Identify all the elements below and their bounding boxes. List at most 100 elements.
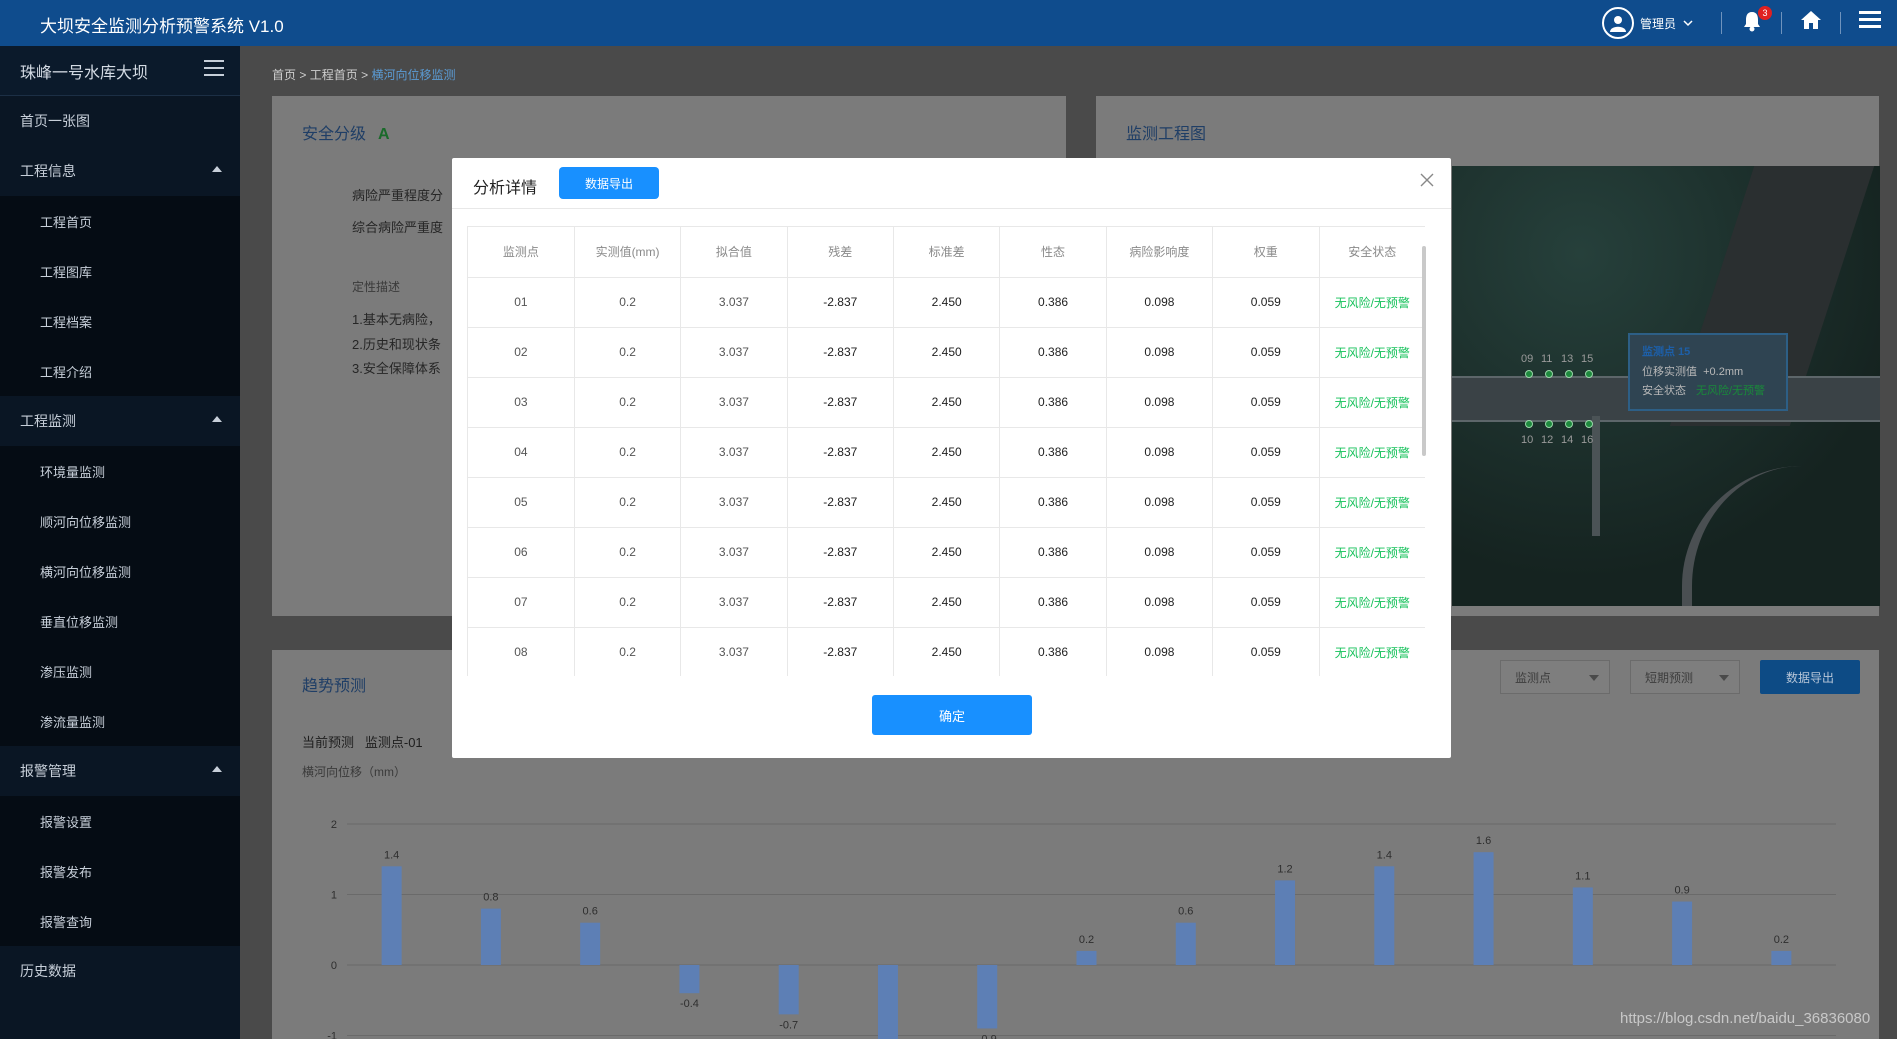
table-cell: -2.837: [787, 327, 895, 378]
chart-bar: [877, 965, 898, 1039]
safety-status-cell: 无风险/无预警: [1319, 577, 1425, 628]
table-header-cell: 实测值(mm): [574, 227, 682, 278]
table-header-cell: 残差: [787, 227, 895, 278]
close-icon[interactable]: [1419, 172, 1435, 188]
bar-data-label: 0.8: [483, 892, 498, 904]
y-tick-label: 1: [331, 890, 337, 902]
table-row: 02 0.2 3.037 -2.837 2.450 0.386 0.098 0.059 无风险/…: [468, 327, 1425, 378]
table-cell: 2.450: [893, 327, 1001, 378]
chart-bar: [679, 965, 700, 994]
table-cell: 0.386: [999, 427, 1107, 478]
table-cell: 0.386: [999, 327, 1107, 378]
table-cell: -2.837: [787, 527, 895, 578]
table-cell: 0.098: [1106, 427, 1214, 478]
chart-bar: [1672, 901, 1693, 965]
table-cell: -2.837: [787, 427, 895, 478]
table-cell: 2.450: [893, 377, 1001, 428]
table-cell: 0.098: [1106, 527, 1214, 578]
modal-export-button[interactable]: 数据导出: [559, 167, 659, 199]
safety-status-cell: 无风险/无预警: [1319, 527, 1425, 578]
table-cell: 3.037: [680, 277, 788, 328]
table-cell: 0.059: [1212, 527, 1320, 578]
confirm-button[interactable]: 确定: [872, 695, 1032, 735]
bar-data-label: 0.9: [1674, 885, 1689, 897]
table-row: 08 0.2 3.037 -2.837 2.450 0.386 0.098 0.059 无风险/…: [468, 627, 1425, 676]
table-row: 04 0.2 3.037 -2.837 2.450 0.386 0.098 0.059 无风险/…: [468, 427, 1425, 478]
table-cell: 0.386: [999, 527, 1107, 578]
table-header-cell: 拟合值: [680, 227, 788, 278]
table-row: 01 0.2 3.037 -2.837 2.450 0.386 0.098 0.059 无风险/…: [468, 277, 1425, 328]
chart-bar: [1473, 852, 1494, 965]
table-cell: 0.2: [574, 627, 682, 676]
table-cell: 0.059: [1212, 427, 1320, 478]
table-row: 06 0.2 3.037 -2.837 2.450 0.386 0.098 0.059 无风险/…: [468, 527, 1425, 578]
table-cell: 0.059: [1212, 327, 1320, 378]
table-cell: 0.098: [1106, 577, 1214, 628]
table-header-cell: 性态: [999, 227, 1107, 278]
table-cell: 0.059: [1212, 377, 1320, 428]
table-cell: 05: [468, 477, 575, 528]
table-cell: 0.386: [999, 477, 1107, 528]
safety-status-cell: 无风险/无预警: [1319, 327, 1425, 378]
bar-data-label: 0.6: [583, 906, 598, 918]
table-cell: 0.386: [999, 277, 1107, 328]
table-cell: 0.059: [1212, 277, 1320, 328]
safety-status-cell: 无风险/无预警: [1319, 377, 1425, 428]
table-cell: 3.037: [680, 477, 788, 528]
table-cell: -2.837: [787, 577, 895, 628]
table-row: 03 0.2 3.037 -2.837 2.450 0.386 0.098 0.059 无风险/…: [468, 377, 1425, 428]
table-cell: 2.450: [893, 527, 1001, 578]
table-cell: 0.098: [1106, 477, 1214, 528]
bar-data-label: 1.2: [1277, 863, 1292, 875]
table-cell: -2.837: [787, 377, 895, 428]
modal-divider: [452, 208, 1451, 209]
table-scrollbar[interactable]: [1422, 246, 1426, 456]
chart-bar: [1076, 950, 1097, 965]
analysis-table: 监测点 实测值(mm) 拟合值 残差 标准差 性态 病险影响度 权重 安全状态 01 0.2 3.0…: [468, 227, 1425, 676]
table-cell: 3.037: [680, 377, 788, 428]
table-cell: 0.2: [574, 277, 682, 328]
safety-status-cell: 无风险/无预警: [1319, 277, 1425, 328]
watermark: https://blog.csdn.net/baidu_36836080: [1620, 1010, 1871, 1027]
table-row: 05 0.2 3.037 -2.837 2.450 0.386 0.098 0.059 无风险/…: [468, 477, 1425, 528]
table-cell: 0.2: [574, 527, 682, 578]
table-cell: 3.037: [680, 577, 788, 628]
bar-data-label: 0.2: [1079, 934, 1094, 946]
bar-data-label: 1.1: [1575, 870, 1590, 882]
table-cell: 03: [468, 377, 575, 428]
table-cell: 3.037: [680, 527, 788, 578]
chart-bar: [1572, 887, 1593, 965]
modal-title: 分析详情: [473, 180, 538, 197]
table-cell: 06: [468, 527, 575, 578]
safety-status-cell: 无风险/无预警: [1319, 477, 1425, 528]
table-cell: 01: [468, 277, 575, 328]
table-header-cell: 监测点: [468, 227, 575, 278]
table-cell: 3.037: [680, 627, 788, 676]
table-cell: 0.098: [1106, 377, 1214, 428]
bar-data-label: 1.4: [384, 849, 399, 861]
table-cell: 0.2: [574, 427, 682, 478]
table-cell: 0.2: [574, 477, 682, 528]
table-cell: 0.059: [1212, 577, 1320, 628]
table-cell: 04: [468, 427, 575, 478]
analysis-table-container[interactable]: 监测点 实测值(mm) 拟合值 残差 标准差 性态 病险影响度 权重 安全状态 01 0.2 3.0…: [467, 226, 1425, 676]
table-cell: 0.2: [574, 377, 682, 428]
table-cell: 07: [468, 577, 575, 628]
table-cell: 2.450: [893, 477, 1001, 528]
bar-data-label: 1.4: [1377, 849, 1392, 861]
y-tick-label: -1: [327, 1031, 337, 1039]
table-cell: 0.098: [1106, 277, 1214, 328]
table-cell: -2.837: [787, 477, 895, 528]
table-cell: 0.2: [574, 577, 682, 628]
table-cell: 3.037: [680, 427, 788, 478]
table-cell: 0.2: [574, 327, 682, 378]
bar-data-label: 0.6: [1178, 906, 1193, 918]
table-cell: 02: [468, 327, 575, 378]
table-cell: 0.098: [1106, 627, 1214, 676]
table-cell: 0.386: [999, 577, 1107, 628]
chart-bar: [580, 922, 601, 965]
safety-status-cell: 无风险/无预警: [1319, 627, 1425, 676]
bar-data-label: -0.7: [779, 1019, 798, 1031]
table-cell: 2.450: [893, 577, 1001, 628]
table-cell: 0.386: [999, 627, 1107, 676]
